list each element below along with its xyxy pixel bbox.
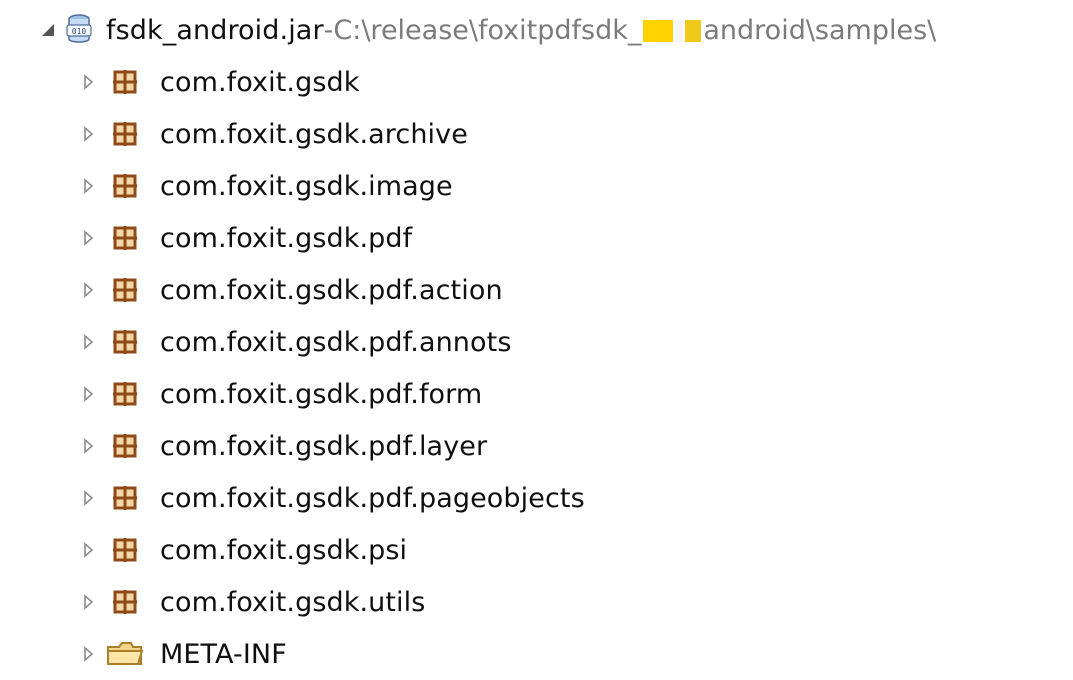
collapsed-triangle-icon-shape bbox=[84, 594, 94, 610]
package-row[interactable]: com.foxit.gsdk.image bbox=[78, 160, 453, 212]
collapsed-triangle-icon[interactable] bbox=[78, 488, 98, 508]
package-name: com.foxit.gsdk.pdf.layer bbox=[160, 430, 488, 462]
package-icon bbox=[104, 324, 146, 360]
redacted-version-block-secondary bbox=[685, 20, 702, 42]
package-name: com.foxit.gsdk.pdf.pageobjects bbox=[160, 482, 585, 514]
package-row[interactable]: com.foxit.gsdk.pdf.pageobjects bbox=[78, 472, 585, 524]
redacted-version-gap bbox=[675, 20, 684, 42]
package-row[interactable]: com.foxit.gsdk bbox=[78, 56, 359, 108]
jar-tree-row[interactable]: 010 fsdk_android.jar - C:\release\foxitp… bbox=[38, 4, 1073, 56]
package-row[interactable]: com.foxit.gsdk.pdf.action bbox=[78, 264, 503, 316]
package-name: com.foxit.gsdk.archive bbox=[160, 118, 468, 150]
package-name: com.foxit.gsdk bbox=[160, 66, 360, 98]
package-row[interactable]: com.foxit.gsdk.psi bbox=[78, 524, 407, 576]
path-separator: - bbox=[323, 14, 334, 46]
package-icon bbox=[104, 272, 146, 308]
package-icon bbox=[104, 168, 146, 204]
collapsed-triangle-icon[interactable] bbox=[78, 592, 98, 612]
collapsed-triangle-icon[interactable] bbox=[78, 124, 98, 144]
package-icon-shape bbox=[113, 434, 137, 458]
collapsed-triangle-icon[interactable] bbox=[78, 644, 98, 664]
package-icon-shape bbox=[113, 590, 137, 614]
folder-icon bbox=[104, 636, 146, 672]
package-icon bbox=[104, 376, 146, 412]
collapsed-triangle-icon-shape bbox=[84, 386, 94, 402]
package-name: com.foxit.gsdk.psi bbox=[160, 534, 408, 566]
package-icon-shape bbox=[113, 382, 137, 406]
collapsed-triangle-icon-shape bbox=[84, 438, 94, 454]
folder-row[interactable]: META-INF bbox=[78, 628, 287, 680]
svg-text:010: 010 bbox=[72, 27, 87, 36]
package-row[interactable]: com.foxit.gsdk.pdf.layer bbox=[78, 420, 487, 472]
package-row[interactable]: com.foxit.gsdk.pdf.annots bbox=[78, 316, 512, 368]
package-explorer-tree: 010 fsdk_android.jar - C:\release\foxitp… bbox=[0, 0, 1073, 675]
package-icon-shape bbox=[113, 226, 137, 250]
collapsed-triangle-icon[interactable] bbox=[78, 384, 98, 404]
collapsed-triangle-icon-shape bbox=[84, 334, 94, 350]
collapsed-triangle-icon-shape bbox=[84, 74, 94, 90]
package-icon-shape bbox=[113, 486, 137, 510]
collapsed-triangle-icon[interactable] bbox=[78, 280, 98, 300]
jar-path-suffix: android\samples\ bbox=[703, 14, 937, 46]
collapsed-triangle-icon-shape bbox=[84, 282, 94, 298]
collapsed-triangle-icon-shape bbox=[84, 178, 94, 194]
collapsed-triangle-icon[interactable] bbox=[78, 228, 98, 248]
collapsed-triangle-icon-shape bbox=[84, 646, 94, 662]
package-icon bbox=[104, 480, 146, 516]
collapsed-triangle-icon-shape bbox=[84, 126, 94, 142]
package-name: com.foxit.gsdk.utils bbox=[160, 586, 426, 618]
collapsed-triangle-icon[interactable] bbox=[78, 540, 98, 560]
package-name: com.foxit.gsdk.pdf.form bbox=[160, 378, 483, 410]
package-icon-shape bbox=[113, 330, 137, 354]
package-name: com.foxit.gsdk.pdf.action bbox=[160, 274, 503, 306]
package-row[interactable]: com.foxit.gsdk.pdf.form bbox=[78, 368, 482, 420]
package-icon-shape bbox=[113, 122, 137, 146]
jar-archive-icon: 010 bbox=[62, 12, 96, 48]
package-icon-shape bbox=[113, 70, 137, 94]
package-icon bbox=[104, 532, 146, 568]
package-icon-shape bbox=[113, 538, 137, 562]
folder-name: META-INF bbox=[160, 638, 287, 670]
expanded-triangle-icon-shape bbox=[42, 24, 54, 36]
collapsed-triangle-icon-shape bbox=[84, 230, 94, 246]
package-icon-shape bbox=[113, 174, 137, 198]
package-name: com.foxit.gsdk.pdf bbox=[160, 222, 413, 254]
collapsed-triangle-icon-shape bbox=[84, 542, 94, 558]
package-icon bbox=[104, 428, 146, 464]
jar-archive-icon-shape: 010 bbox=[66, 14, 92, 43]
folder-icon-shape bbox=[107, 642, 144, 665]
package-icon bbox=[104, 64, 146, 100]
package-name: com.foxit.gsdk.image bbox=[160, 170, 453, 202]
package-icon-shape bbox=[113, 278, 137, 302]
redacted-version-block bbox=[643, 20, 674, 42]
collapsed-triangle-icon[interactable] bbox=[78, 72, 98, 92]
package-icon bbox=[104, 116, 146, 152]
expanded-triangle-icon[interactable] bbox=[38, 20, 58, 40]
collapsed-triangle-icon[interactable] bbox=[78, 332, 98, 352]
collapsed-triangle-icon[interactable] bbox=[78, 176, 98, 196]
package-row[interactable]: com.foxit.gsdk.archive bbox=[78, 108, 468, 160]
jar-path-prefix: C:\release\foxitpdfsdk_ bbox=[333, 14, 642, 46]
package-row[interactable]: com.foxit.gsdk.utils bbox=[78, 576, 425, 628]
package-row[interactable]: com.foxit.gsdk.pdf bbox=[78, 212, 412, 264]
package-name: com.foxit.gsdk.pdf.annots bbox=[160, 326, 512, 358]
collapsed-triangle-icon[interactable] bbox=[78, 436, 98, 456]
jar-file-name: fsdk_android.jar bbox=[106, 14, 324, 46]
package-icon bbox=[104, 584, 146, 620]
package-icon bbox=[104, 220, 146, 256]
jar-path: C:\release\foxitpdfsdk_ android\samples\ bbox=[333, 17, 936, 44]
collapsed-triangle-icon-shape bbox=[84, 490, 94, 506]
